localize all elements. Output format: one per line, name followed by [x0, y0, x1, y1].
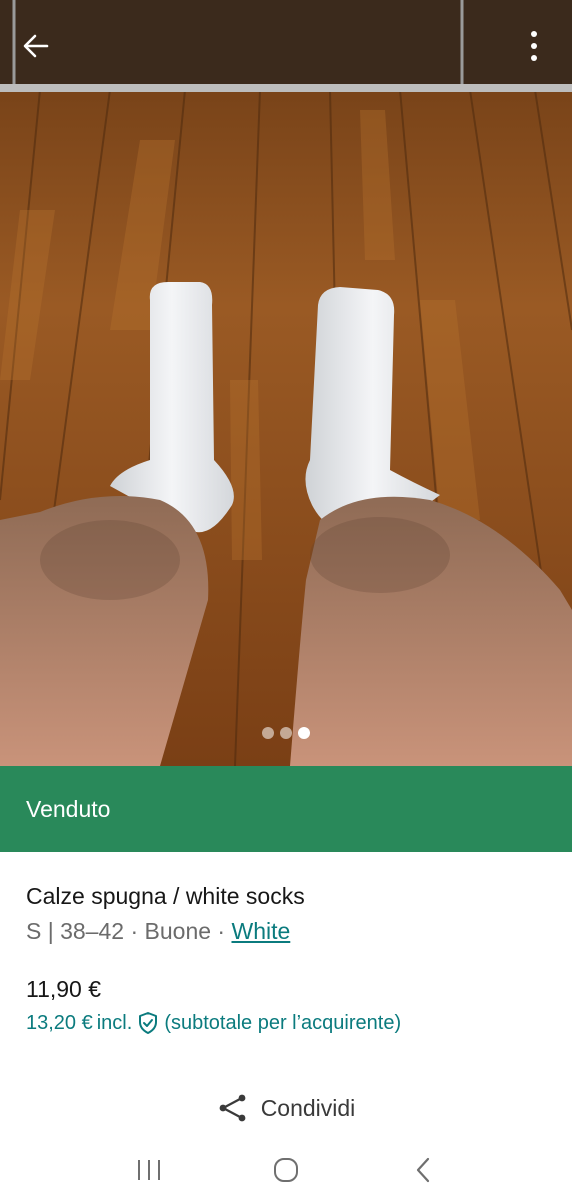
buyer-price-note: (subtotale per l’acquirente): [164, 1011, 402, 1034]
item-details: Calze spugna / white socks S | 38–42 · B…: [26, 880, 546, 948]
home-button[interactable]: [256, 1148, 316, 1192]
arrow-left-icon: [23, 34, 49, 58]
buyer-price-amount: 13,20 €: [26, 1011, 93, 1034]
home-icon: [273, 1158, 298, 1182]
system-navigation-bar: [0, 1140, 572, 1200]
system-back-icon: [417, 1157, 430, 1183]
more-vertical-icon: [531, 31, 537, 61]
sold-banner: Venduto: [0, 766, 572, 852]
shield-icon: [136, 1010, 160, 1036]
share-icon: [219, 1094, 246, 1122]
share-label: Condividi: [260, 1094, 356, 1121]
photo-image: [0, 0, 572, 766]
item-size: S | 38–42: [26, 918, 125, 944]
share-button[interactable]: Condividi: [0, 1092, 572, 1124]
buyer-price-row[interactable]: 13,20 € incl. (subtotale per l’acquirent…: [26, 1010, 401, 1036]
recent-apps-button[interactable]: [119, 1148, 179, 1192]
item-color-link[interactable]: White: [231, 918, 290, 944]
gallery-dot-3[interactable]: [298, 727, 310, 739]
item-condition: Buone: [144, 918, 212, 944]
buyer-price-incl: incl.: [96, 1011, 133, 1034]
item-meta: S | 38–42 · Buone · White: [26, 914, 546, 948]
more-options-button[interactable]: [510, 22, 558, 70]
back-button[interactable]: [12, 22, 60, 70]
meta-separator: ·: [130, 918, 139, 944]
gallery-pagination: [0, 727, 572, 739]
recent-apps-icon: [137, 1160, 160, 1180]
item-price: 11,90 €: [26, 976, 102, 1002]
system-back-button[interactable]: [393, 1148, 453, 1192]
item-title: Calze spugna / white socks: [26, 883, 305, 909]
sold-label: Venduto: [26, 795, 111, 822]
product-photo[interactable]: [0, 0, 572, 766]
gallery-dot-1[interactable]: [262, 727, 274, 739]
meta-separator: ·: [217, 918, 226, 944]
gallery-dot-2[interactable]: [280, 727, 292, 739]
